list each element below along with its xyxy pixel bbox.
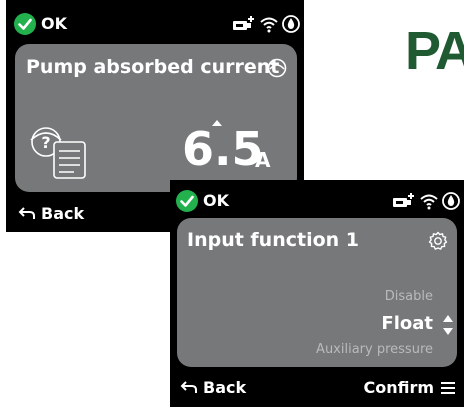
- back-label: Back: [203, 378, 247, 397]
- option-selected[interactable]: Float: [381, 313, 433, 334]
- pump-plus-icon: [233, 16, 254, 30]
- back-label: Back: [41, 204, 85, 223]
- back-arrow-icon: [18, 207, 35, 219]
- pump-plus-icon: [393, 193, 414, 207]
- status-icons: [392, 191, 460, 211]
- ok-check-icon: [176, 190, 198, 212]
- gear-icon[interactable]: [428, 231, 448, 251]
- water-drop-icon: [442, 192, 460, 210]
- page-title: Pump absorbed current: [26, 56, 280, 78]
- wifi-icon: [260, 17, 278, 33]
- status-ok-label: OK: [41, 14, 67, 33]
- option-next[interactable]: Auxiliary pressure: [316, 342, 433, 357]
- status-bar: OK: [170, 180, 464, 220]
- current-value: 6.5: [182, 122, 264, 176]
- page-title: Input function 1: [187, 229, 360, 251]
- wifi-icon: [420, 194, 438, 210]
- menu-icon: [441, 382, 455, 394]
- back-button[interactable]: Back: [178, 377, 258, 399]
- up-down-arrows-icon[interactable]: [442, 313, 454, 337]
- back-button[interactable]: Back: [16, 203, 96, 225]
- question-document-icon: ?: [30, 127, 86, 179]
- ok-check-icon: [14, 13, 36, 35]
- current-unit: A: [255, 148, 271, 172]
- content-panel: Pump absorbed current ? 6.5 A: [15, 44, 297, 192]
- input-function-screen: OK Input function 1 Disable Float Auxili…: [170, 180, 464, 407]
- status-ok-label: OK: [203, 191, 229, 210]
- confirm-button[interactable]: Confirm: [358, 377, 458, 399]
- svg-text:?: ?: [41, 133, 50, 152]
- status-bar: OK: [6, 0, 304, 40]
- water-drop-icon: [282, 15, 300, 33]
- confirm-label: Confirm: [363, 378, 434, 397]
- back-arrow-icon: [180, 381, 197, 393]
- content-panel: Input function 1 Disable Float Auxiliary…: [177, 218, 457, 367]
- brand-logo: PA: [405, 21, 464, 81]
- pump-outline-icon: [267, 58, 287, 78]
- status-icons: [232, 14, 300, 34]
- option-previous[interactable]: Disable: [385, 289, 433, 304]
